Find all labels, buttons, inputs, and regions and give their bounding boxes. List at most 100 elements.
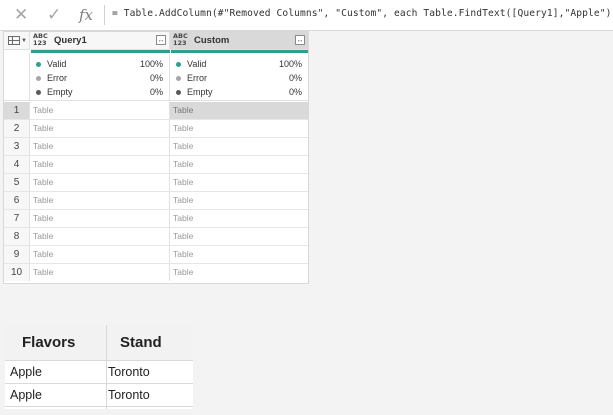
- cell-custom[interactable]: Table: [170, 210, 308, 227]
- table-row[interactable]: 6 Table Table: [4, 192, 308, 210]
- column-header-custom[interactable]: ABC 123 Custom ↔: [170, 32, 308, 50]
- row-number[interactable]: 6: [4, 192, 30, 209]
- column-title: Custom: [194, 35, 230, 46]
- stat-label: Valid: [187, 59, 207, 69]
- stat-empty: Empty 0%: [36, 86, 163, 99]
- any-type-icon[interactable]: ABC 123: [33, 33, 48, 47]
- row-number[interactable]: 9: [4, 246, 30, 263]
- cell-query1[interactable]: Table: [30, 138, 170, 155]
- cell-query1[interactable]: Table: [30, 264, 170, 281]
- row-number[interactable]: 2: [4, 120, 30, 137]
- table-icon: [8, 36, 20, 45]
- formula-input[interactable]: = Table.AddColumn(#"Removed Columns", "C…: [112, 8, 613, 19]
- check-icon[interactable]: ✓: [47, 4, 61, 26]
- expand-column-icon[interactable]: ↔: [156, 35, 166, 45]
- close-icon[interactable]: ✕: [14, 4, 28, 26]
- stat-value: 0%: [288, 87, 302, 97]
- cell-custom[interactable]: Table: [170, 120, 308, 137]
- table-row[interactable]: 9 Table Table: [4, 246, 308, 264]
- row-number[interactable]: 8: [4, 228, 30, 245]
- column-stats-query1: Valid 100% Error 0% Empty 0%: [30, 54, 170, 101]
- cell-flavor: Apple: [10, 365, 42, 379]
- fx-icon[interactable]: fx: [79, 4, 93, 26]
- chevron-down-icon: ▼: [21, 38, 27, 44]
- column-quality-bar: [31, 50, 170, 53]
- valid-dot-icon: [176, 62, 181, 67]
- stat-valid: Valid 100%: [176, 58, 302, 71]
- table-row[interactable]: 8 Table Table: [4, 228, 308, 246]
- cell-query1[interactable]: Table: [30, 228, 170, 245]
- cell-custom[interactable]: Table: [170, 192, 308, 209]
- column-header-query1[interactable]: ABC 123 Query1 ↔: [30, 32, 170, 50]
- expand-column-icon[interactable]: ↔: [295, 35, 305, 45]
- cell-stand: Toronto: [108, 365, 150, 379]
- stat-label: Valid: [47, 59, 67, 69]
- stat-value: 100%: [139, 59, 163, 69]
- stat-value: 0%: [288, 73, 302, 83]
- type-icon-bottom: 123: [173, 39, 187, 47]
- error-dot-icon: [176, 76, 181, 81]
- header-flavors: Flavors: [22, 334, 76, 351]
- empty-dot-icon: [176, 90, 181, 95]
- any-type-icon[interactable]: ABC 123: [173, 33, 188, 47]
- column-quality-bar: [171, 50, 308, 53]
- stat-value: 0%: [149, 87, 163, 97]
- cell-custom[interactable]: Table: [170, 138, 308, 155]
- stat-label: Empty: [187, 87, 213, 97]
- cell-query1[interactable]: Table: [30, 246, 170, 263]
- table-row: Apple Toronto: [5, 384, 193, 407]
- cell-query1[interactable]: Table: [30, 174, 170, 191]
- flavors-table: Flavors Stand Apple Toronto Apple Toront…: [5, 325, 193, 409]
- empty-dot-icon: [36, 90, 41, 95]
- formula-divider: [104, 5, 105, 25]
- table-row[interactable]: 5 Table Table: [4, 174, 308, 192]
- valid-dot-icon: [36, 62, 41, 67]
- row-number[interactable]: 3: [4, 138, 30, 155]
- cell-custom[interactable]: Table: [170, 246, 308, 263]
- cell-custom[interactable]: Table: [170, 228, 308, 245]
- stat-error: Error 0%: [36, 72, 163, 85]
- cell-custom[interactable]: Table: [170, 156, 308, 173]
- cell-custom[interactable]: Table: [170, 174, 308, 191]
- cell-query1[interactable]: Table: [30, 102, 170, 119]
- stat-error: Error 0%: [176, 72, 302, 85]
- table-menu-button[interactable]: ▼: [4, 32, 30, 50]
- cell-query1[interactable]: Table: [30, 156, 170, 173]
- cell-query1[interactable]: Table: [30, 210, 170, 227]
- stats-corner: [4, 54, 30, 101]
- header-stand: Stand: [120, 334, 162, 351]
- cell-query1[interactable]: Table: [30, 192, 170, 209]
- row-number[interactable]: 5: [4, 174, 30, 191]
- stat-label: Error: [187, 73, 207, 83]
- row-number[interactable]: 4: [4, 156, 30, 173]
- table-row[interactable]: 7 Table Table: [4, 210, 308, 228]
- formula-bar: ✕ ✓ fx = Table.AddColumn(#"Removed Colum…: [0, 0, 613, 31]
- column-title: Query1: [54, 35, 87, 46]
- table-row[interactable]: 2 Table Table: [4, 120, 308, 138]
- cell-flavor: Apple: [10, 388, 42, 402]
- row-number[interactable]: 10: [4, 264, 30, 281]
- data-grid: ▼ ABC 123 Query1 ↔ ABC 123 Custom ↔ Vali…: [3, 31, 309, 284]
- column-divider: [106, 325, 107, 409]
- cell-custom[interactable]: Table: [170, 264, 308, 281]
- stat-valid: Valid 100%: [36, 58, 163, 71]
- error-dot-icon: [36, 76, 41, 81]
- stat-value: 100%: [278, 59, 302, 69]
- type-icon-bottom: 123: [33, 39, 47, 47]
- table-row[interactable]: 4 Table Table: [4, 156, 308, 174]
- table-row: Apple Toronto: [5, 361, 193, 384]
- flavors-table-header: Flavors Stand: [5, 325, 193, 361]
- table-row[interactable]: 3 Table Table: [4, 138, 308, 156]
- stat-label: Empty: [47, 87, 73, 97]
- cell-query1[interactable]: Table: [30, 120, 170, 137]
- stat-label: Error: [47, 73, 67, 83]
- stat-value: 0%: [149, 73, 163, 83]
- cell-stand: Toronto: [108, 388, 150, 402]
- cell-custom[interactable]: Table: [170, 102, 308, 119]
- row-number[interactable]: 1: [4, 102, 30, 119]
- table-row[interactable]: 1 Table Table: [4, 102, 308, 120]
- stat-empty: Empty 0%: [176, 86, 302, 99]
- table-row[interactable]: 10 Table Table: [4, 264, 308, 282]
- column-stats-custom: Valid 100% Error 0% Empty 0%: [170, 54, 308, 101]
- row-number[interactable]: 7: [4, 210, 30, 227]
